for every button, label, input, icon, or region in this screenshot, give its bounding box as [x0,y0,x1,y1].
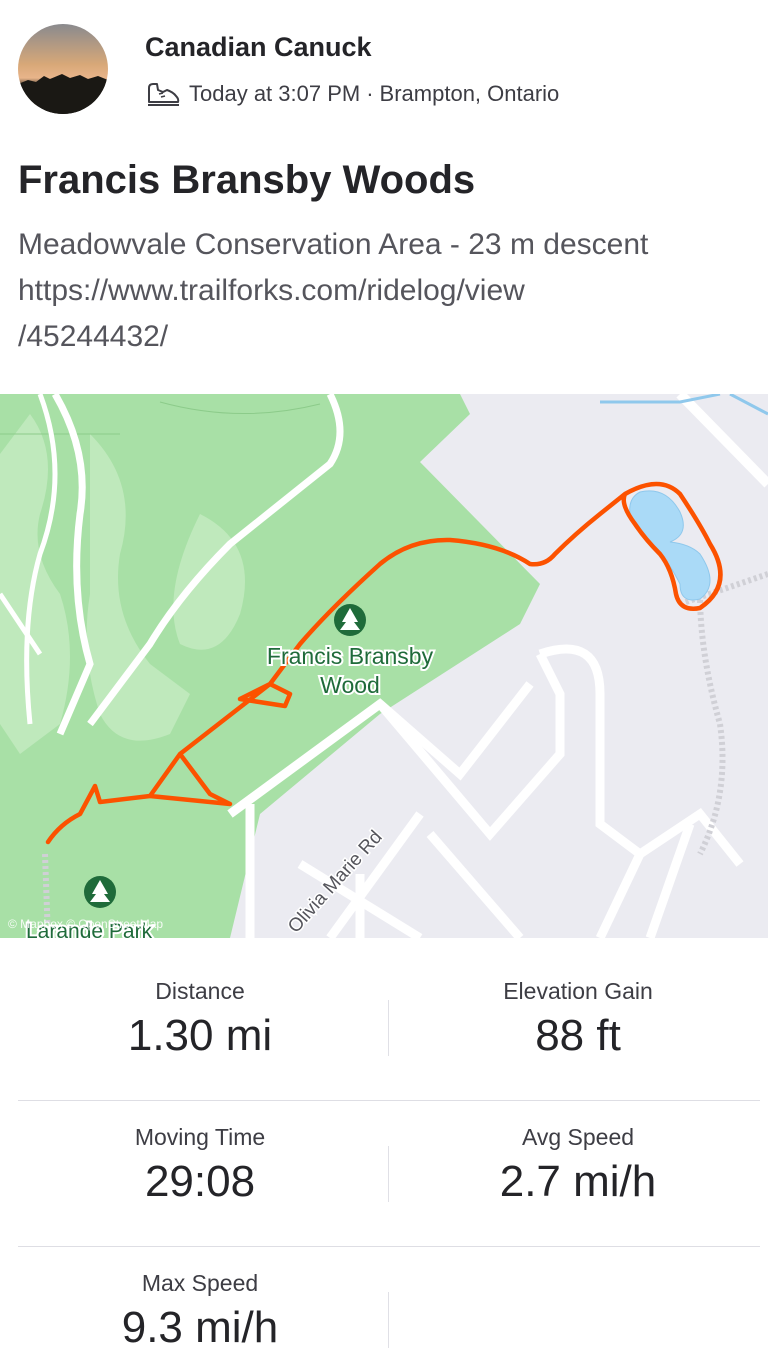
stat-value: 88 ft [535,1011,621,1060]
activity-description: Meadowvale Conservation Area - 23 m desc… [18,222,758,360]
stat-value: 1.30 mi [127,1011,273,1060]
hiking-shoe-icon [148,83,180,106]
row-divider [18,1246,760,1247]
stat-value: 2.7 mi/h [499,1157,657,1206]
route-map[interactable]: Francis Bransby Wood Larande Park Olivia… [0,394,768,938]
avatar[interactable] [18,24,108,114]
row-divider [18,1100,760,1101]
park-label-line2: Wood [320,672,380,698]
stat-label: Max Speed [141,1270,259,1296]
athlete-name[interactable]: Canadian Canuck [145,32,372,63]
stat-label: Avg Speed [521,1124,635,1150]
stat-divider [388,1292,389,1348]
stat-avg-speed: Avg Speed 2.7 mi/h [388,1124,768,1207]
park-label-line1: Francis Bransby [267,643,434,669]
map-attribution[interactable]: © Mapbox © OpenStreetMap [8,917,163,931]
stat-distance: Distance 1.30 mi [10,978,390,1061]
stat-max-speed: Max Speed 9.3 mi/h [10,1270,390,1353]
activity-location: Brampton, Ontario [379,81,560,106]
activity-title[interactable]: Francis Bransby Woods [18,158,475,203]
activity-timestamp: Today at 3:07 PM [189,81,361,106]
stat-label: Distance [155,978,245,1004]
meta-separator: · [366,81,374,106]
stat-moving-time: Moving Time 29:08 [10,1124,390,1207]
activity-meta: Today at 3:07 PM · Brampton, Ontario [145,80,559,108]
description-link[interactable]: https://www.trailforks.com/ridelog/view [18,268,758,314]
stat-value: 9.3 mi/h [121,1303,279,1352]
description-line: Meadowvale Conservation Area - 23 m desc… [18,228,649,261]
description-link[interactable]: /45244432/ [18,314,758,360]
stat-label: Moving Time [134,1124,266,1150]
activity-header: Canadian Canuck Today at 3:07 PM · Bramp… [0,0,768,140]
activity-stats: Distance 1.30 mi Elevation Gain 88 ft Mo… [0,938,768,1364]
stat-elevation-gain: Elevation Gain 88 ft [388,978,768,1061]
stat-value: 29:08 [144,1157,256,1206]
stat-label: Elevation Gain [503,978,653,1004]
